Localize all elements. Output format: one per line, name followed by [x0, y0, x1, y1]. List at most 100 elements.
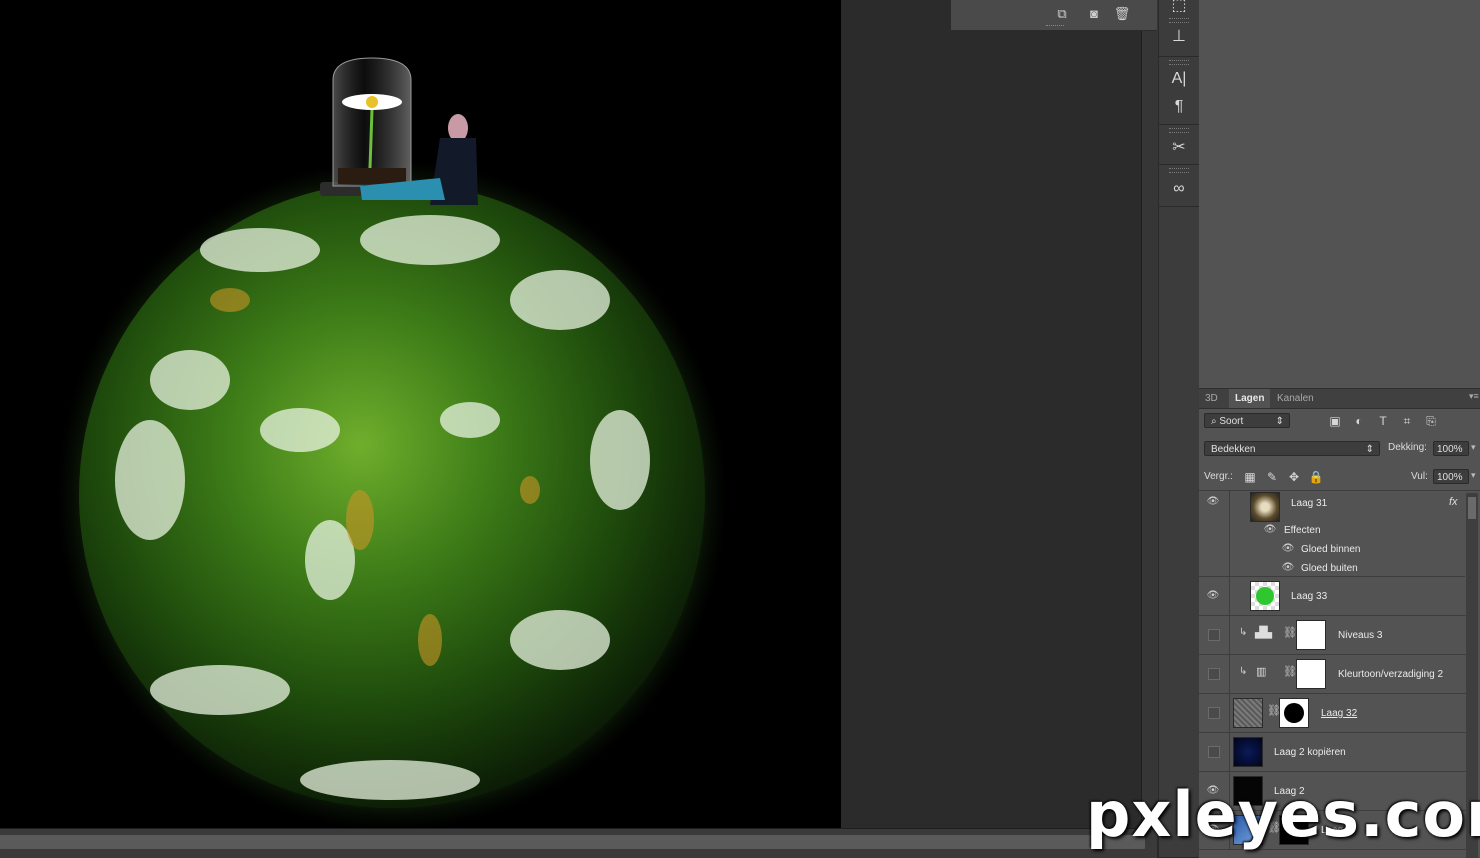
- tab-kanalen[interactable]: Kanalen: [1271, 389, 1320, 408]
- smart-object-filter-icon[interactable]: ⎘: [1423, 413, 1439, 429]
- dock-grip[interactable]: [1169, 60, 1189, 65]
- visibility-eye-icon[interactable]: 👁: [1205, 494, 1221, 510]
- clip-arrow-icon: ↳: [1239, 627, 1248, 638]
- panel-dock: ⬚ ⊥ A| ¶ ✂ ∞: [1158, 0, 1200, 857]
- blend-mode-value: Bedekken: [1211, 444, 1256, 455]
- link-chain-icon[interactable]: ⛓: [1283, 626, 1297, 639]
- trash-icon[interactable]: 🗑: [1113, 6, 1131, 22]
- panel-tabs: 3D Lagen Kanalen ▾≡: [1199, 389, 1480, 409]
- shape-filter-icon[interactable]: ⌗: [1399, 413, 1415, 429]
- visibility-eye-icon[interactable]: 👁: [1205, 588, 1221, 604]
- planet-artwork: [57, 57, 727, 828]
- layer-thumbnail[interactable]: [1250, 492, 1280, 522]
- type-filter-icon[interactable]: T: [1375, 413, 1391, 429]
- effects-eye-icon[interactable]: 👁: [1262, 522, 1278, 538]
- effect-eye-icon[interactable]: 👁: [1280, 541, 1296, 557]
- dock-grip[interactable]: [1169, 168, 1189, 173]
- layer-name[interactable]: Kleurtoon/verzadiging 2: [1338, 669, 1443, 680]
- fill-dropdown-icon[interactable]: ▾: [1471, 470, 1476, 481]
- opacity-dropdown-icon[interactable]: ▾: [1471, 442, 1476, 453]
- layer-name[interactable]: Laag 2 kopiëren: [1274, 747, 1346, 758]
- panel-grip[interactable]: [1046, 25, 1064, 28]
- layer-row[interactable]: ⛓ Laag 32: [1199, 694, 1469, 733]
- history-icon[interactable]: ⬚: [1167, 0, 1191, 18]
- visibility-toggle[interactable]: [1208, 707, 1220, 719]
- dock-separator: [1159, 206, 1199, 207]
- effect-name[interactable]: Gloed binnen: [1301, 544, 1361, 555]
- layer-name[interactable]: Laag 32: [1321, 708, 1357, 719]
- upper-panel: [1199, 0, 1480, 386]
- panel-menu-icon[interactable]: ▾≡: [1469, 391, 1479, 402]
- layer-mask-thumbnail[interactable]: [1279, 698, 1309, 728]
- tab-3d[interactable]: 3D: [1199, 389, 1224, 408]
- document-canvas[interactable]: [0, 0, 841, 828]
- layer-row[interactable]: ↳ ▟▙ ⛓ Niveaus 3: [1199, 616, 1469, 655]
- opacity-label: Dekking:: [1388, 442, 1427, 453]
- layer-row[interactable]: 👁 Laag 31 fx 👁 Effecten 👁 Gloed binnen 👁…: [1199, 491, 1465, 577]
- layer-mask-thumbnail[interactable]: [1296, 620, 1326, 650]
- lock-transparency-icon[interactable]: ▦: [1242, 469, 1258, 485]
- green-dot: [1256, 587, 1274, 605]
- dock-grip[interactable]: [1169, 18, 1189, 23]
- lock-brush-icon[interactable]: ✎: [1264, 469, 1280, 485]
- effect-eye-icon[interactable]: 👁: [1280, 560, 1296, 576]
- layer-row[interactable]: ↳ ▥ ⛓ Kleurtoon/verzadiging 2: [1199, 655, 1469, 694]
- history-panel-footer: ⧉ ◙ 🗑: [951, 0, 1157, 31]
- scrollbar-thumb[interactable]: [1468, 497, 1476, 519]
- pasteboard: [841, 0, 1141, 828]
- link-chain-icon[interactable]: ⛓: [1283, 665, 1297, 678]
- creative-cloud-icon[interactable]: ∞: [1167, 177, 1191, 201]
- fill-label: Vul:: [1411, 471, 1428, 482]
- tab-lagen[interactable]: Lagen: [1229, 389, 1271, 408]
- scrollbar-thumb[interactable]: [0, 835, 1145, 849]
- mask-circle: [1284, 703, 1304, 723]
- opacity-input[interactable]: 100%: [1433, 441, 1469, 456]
- row-divider: [1229, 491, 1230, 576]
- dock-separator: [1159, 56, 1199, 57]
- layer-thumbnail[interactable]: [1250, 581, 1280, 611]
- row-divider: [1229, 694, 1230, 732]
- layer-thumbnail[interactable]: [1233, 698, 1263, 728]
- dock-separator: [1159, 124, 1199, 125]
- layer-thumbnail[interactable]: [1233, 737, 1263, 767]
- layer-row[interactable]: 👁 Laag 33: [1199, 577, 1469, 616]
- select-arrow-icon: ⇕: [1365, 444, 1374, 455]
- layer-name[interactable]: Laag 33: [1291, 591, 1327, 602]
- layer-row[interactable]: Laag 2 kopiëren: [1199, 733, 1469, 772]
- character-icon[interactable]: A|: [1167, 67, 1191, 91]
- effects-label[interactable]: Effecten: [1284, 525, 1321, 536]
- adjustment-filter-icon[interactable]: ◐: [1351, 413, 1367, 429]
- dock-separator: [1159, 164, 1199, 165]
- lock-position-icon[interactable]: ✥: [1286, 469, 1302, 485]
- layer-name[interactable]: Laag 31: [1291, 498, 1327, 509]
- hue-saturation-icon: ▥: [1256, 666, 1267, 678]
- lock-all-icon[interactable]: 🔒: [1308, 469, 1324, 485]
- filter-kind-select[interactable]: ⌕ Soort ⇕: [1204, 413, 1290, 428]
- visibility-toggle[interactable]: [1208, 746, 1220, 758]
- dock-grip[interactable]: [1169, 128, 1189, 133]
- tool-presets-icon[interactable]: ✂: [1167, 136, 1191, 160]
- clip-arrow-icon: ↳: [1239, 666, 1248, 677]
- row-divider: [1229, 616, 1230, 654]
- row-divider: [1229, 733, 1230, 771]
- visibility-toggle[interactable]: [1208, 668, 1220, 680]
- pixel-filter-icon[interactable]: ▣: [1327, 413, 1343, 429]
- fill-input[interactable]: 100%: [1433, 469, 1469, 484]
- stamp-icon[interactable]: ⊥: [1167, 25, 1191, 49]
- visibility-toggle[interactable]: [1208, 629, 1220, 641]
- effect-name[interactable]: Gloed buiten: [1301, 563, 1358, 574]
- fx-badge[interactable]: fx: [1449, 496, 1458, 508]
- lock-label: Vergr.:: [1204, 471, 1233, 482]
- vertical-scrollbar[interactable]: [1141, 0, 1158, 828]
- filter-kind-label: Soort: [1219, 416, 1244, 427]
- horizontal-scrollbar[interactable]: [0, 828, 1157, 858]
- select-arrow-icon: ⇕: [1275, 416, 1284, 427]
- right-panels: 3D Lagen Kanalen ▾≡ ⌕ Soort ⇕ ▣ ◐ T ⌗ ⎘ …: [1199, 0, 1480, 858]
- camera-icon[interactable]: ◙: [1085, 6, 1103, 22]
- new-document-icon[interactable]: ⧉: [1053, 6, 1071, 22]
- layer-name[interactable]: Niveaus 3: [1338, 630, 1382, 641]
- layer-mask-thumbnail[interactable]: [1296, 659, 1326, 689]
- paragraph-icon[interactable]: ¶: [1167, 95, 1191, 119]
- blend-mode-select[interactable]: Bedekken ⇕: [1204, 441, 1380, 456]
- bell-jar: [320, 57, 412, 196]
